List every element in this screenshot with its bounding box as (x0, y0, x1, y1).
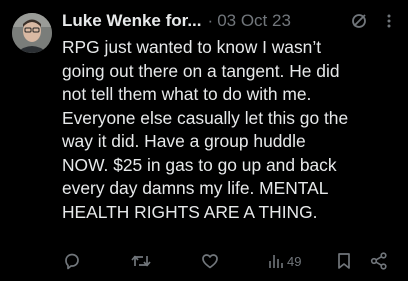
reply-button[interactable] (62, 250, 82, 272)
retweet-icon (131, 255, 151, 267)
header-separator: · (207, 11, 214, 30)
tweet-actions: 49 (0, 250, 408, 274)
views-icon (269, 255, 283, 268)
author-name[interactable]: Luke Wenke for... (62, 11, 202, 31)
more-vertical-icon[interactable] (380, 12, 398, 30)
views-count: 49 (287, 253, 302, 269)
tweet-date[interactable]: 03 Oct 23 (217, 11, 291, 31)
slash-circle-icon[interactable] (350, 12, 368, 30)
share-icon (370, 252, 387, 270)
like-icon (202, 254, 218, 269)
like-button[interactable] (200, 250, 220, 272)
tweet-header: Luke Wenke for... · 03 Oct 23 (62, 10, 398, 32)
tweet-text: RPG just wanted to know I wasn’t going o… (62, 37, 349, 222)
reply-icon (65, 253, 79, 270)
avatar-image (12, 13, 52, 53)
retweet-button[interactable] (130, 250, 152, 272)
bookmark-button[interactable] (336, 250, 352, 272)
share-button[interactable] (369, 250, 389, 272)
avatar[interactable] (12, 13, 52, 53)
views-button[interactable]: 49 (268, 250, 301, 272)
bookmark-icon (338, 253, 350, 269)
